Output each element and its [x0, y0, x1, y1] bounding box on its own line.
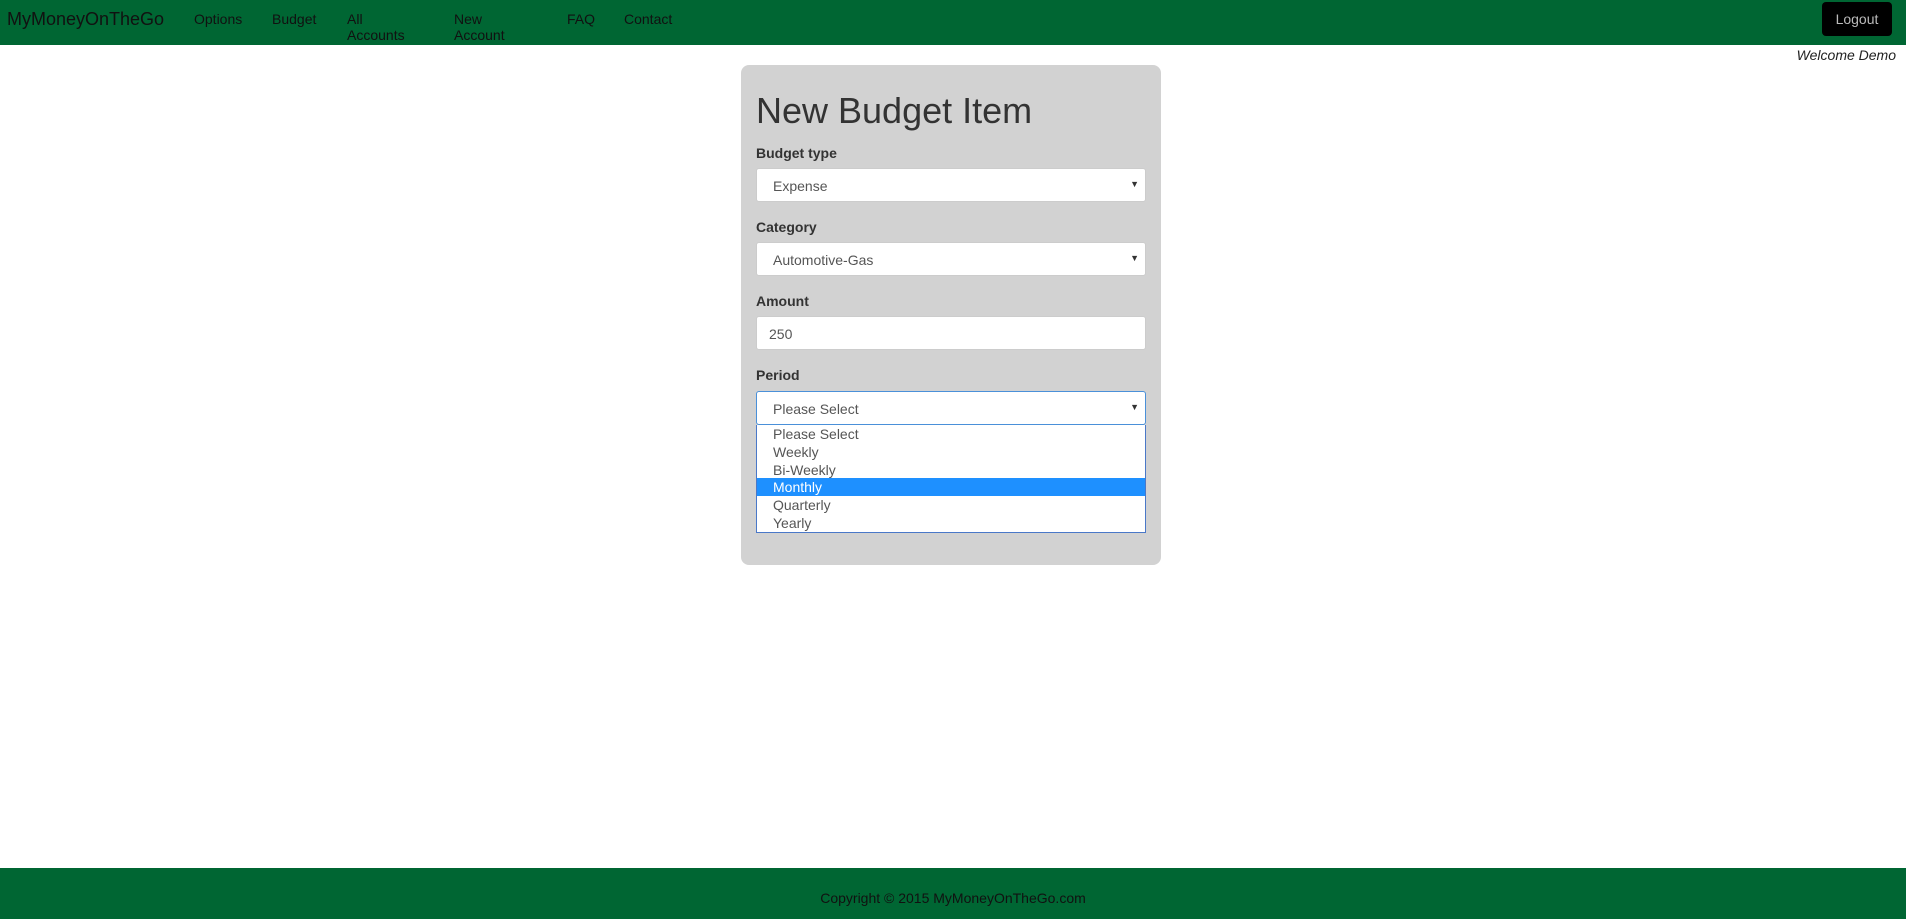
- period-option-monthly[interactable]: Monthly: [757, 478, 1145, 496]
- nav-link-budget[interactable]: Budget: [272, 11, 316, 27]
- budget-type-label: Budget type: [756, 145, 837, 161]
- chevron-down-icon: ▼: [1130, 402, 1139, 412]
- page-footer: Copyright © 2015 MyMoneyOnTheGo.com: [0, 868, 1906, 919]
- nav-link-new-account[interactable]: New Account: [454, 11, 505, 43]
- brand-link[interactable]: MyMoneyOnTheGo: [7, 9, 164, 29]
- amount-label: Amount: [756, 293, 809, 309]
- page-title: New Budget Item: [756, 90, 1033, 131]
- category-select[interactable]: Automotive-Gas ▼: [756, 242, 1146, 276]
- period-option-yearly[interactable]: Yearly: [757, 514, 1145, 532]
- amount-input[interactable]: 250: [756, 316, 1146, 350]
- category-value: Automotive-Gas: [773, 252, 874, 268]
- logout-button[interactable]: Logout: [1822, 2, 1892, 36]
- period-label: Period: [756, 367, 800, 383]
- period-option-bi-weekly[interactable]: Bi-Weekly: [757, 461, 1145, 479]
- period-value: Please Select: [773, 401, 859, 417]
- period-option-please-select[interactable]: Please Select: [757, 425, 1145, 443]
- nav-link-all-accounts[interactable]: All Accounts: [347, 11, 405, 43]
- amount-value: 250: [769, 326, 793, 342]
- nav-link-options[interactable]: Options: [194, 11, 242, 27]
- period-dropdown-list: Please Select Weekly Bi-Weekly Monthly Q…: [756, 425, 1146, 533]
- nav-link-faq[interactable]: FAQ: [567, 11, 595, 27]
- period-select[interactable]: Please Select ▼: [756, 391, 1146, 425]
- nav-link-contact[interactable]: Contact: [624, 11, 672, 27]
- new-budget-item-form: New Budget Item Budget type Expense ▼ Ca…: [741, 65, 1161, 565]
- copyright-text: Copyright © 2015 MyMoneyOnTheGo.com: [820, 890, 1086, 906]
- chevron-down-icon: ▼: [1130, 179, 1139, 189]
- category-label: Category: [756, 219, 817, 235]
- chevron-down-icon: ▼: [1130, 253, 1139, 263]
- period-option-quarterly[interactable]: Quarterly: [757, 496, 1145, 514]
- top-navbar: MyMoneyOnTheGo Options Budget All Accoun…: [0, 0, 1906, 45]
- period-option-weekly[interactable]: Weekly: [757, 443, 1145, 461]
- budget-type-value: Expense: [773, 178, 828, 194]
- welcome-message: Welcome Demo: [1796, 47, 1896, 63]
- budget-type-select[interactable]: Expense ▼: [756, 168, 1146, 202]
